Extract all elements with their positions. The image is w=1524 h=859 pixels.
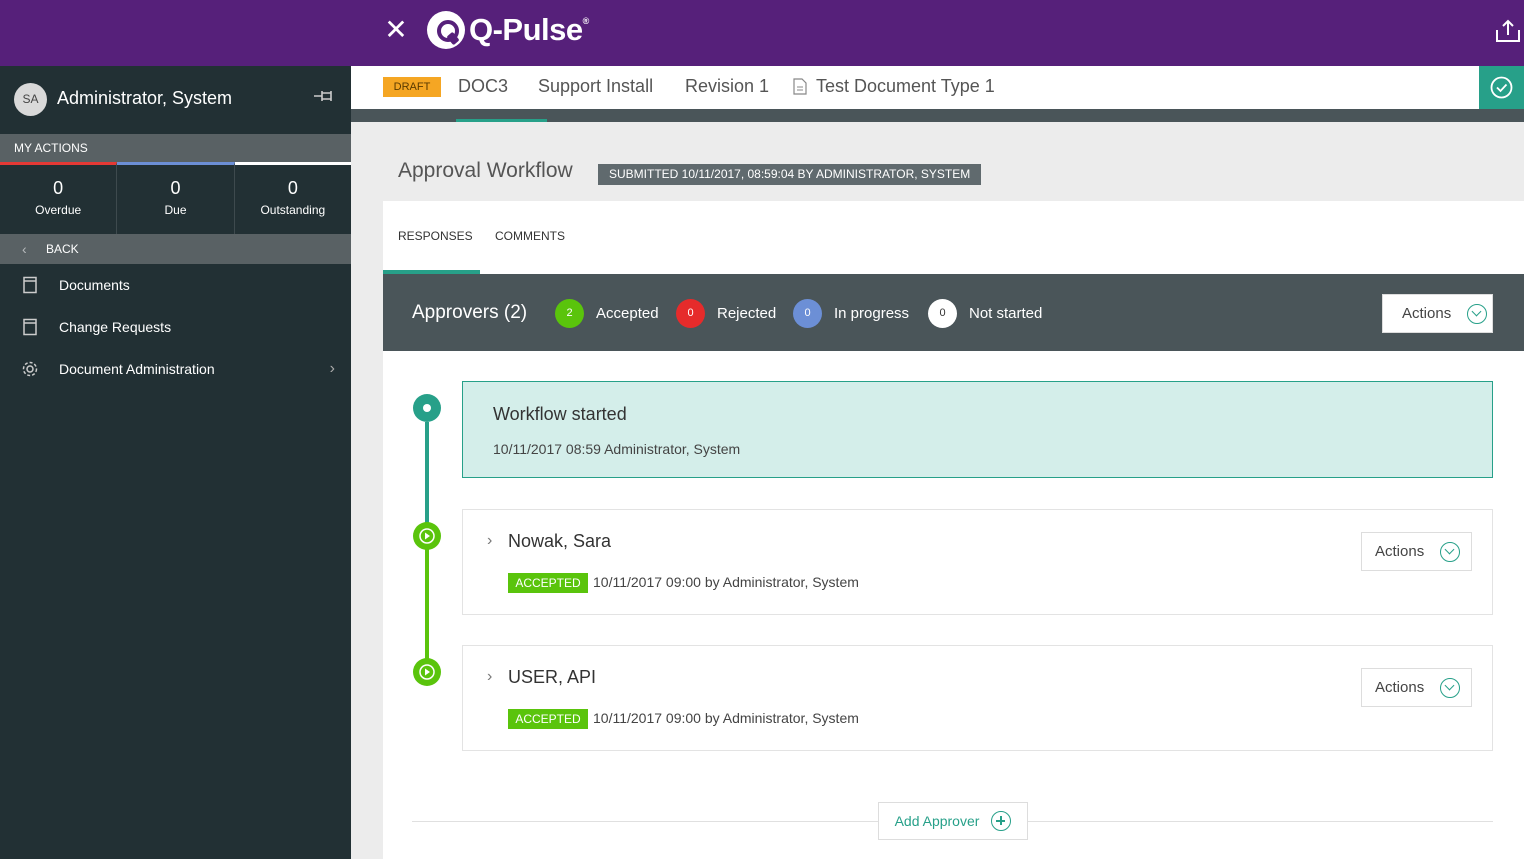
status-badge: DRAFT	[383, 77, 441, 97]
accepted-badge: ACCEPTED	[508, 709, 588, 729]
back-button[interactable]: ‹ BACK	[0, 234, 351, 264]
page-title: Approval Workflow	[398, 159, 573, 182]
action-counts: 0 Overdue 0 Due 0 Outstanding	[0, 162, 351, 234]
add-approver-button[interactable]: Add Approver	[878, 802, 1028, 840]
sidebar-item-label: Document Administration	[59, 361, 215, 377]
accepted-label: Accepted	[596, 305, 659, 322]
sidebar-item-document-administration[interactable]: Document Administration ›	[0, 348, 351, 390]
active-doc-tab-indicator	[456, 119, 547, 122]
document-header: DRAFT DOC3 Support Install Revision 1 Te…	[351, 66, 1524, 109]
complete-button[interactable]	[1479, 66, 1524, 109]
rejected-label: Rejected	[717, 305, 777, 322]
not-started-label: Not started	[969, 305, 1043, 322]
accepted-count: 2	[555, 299, 584, 328]
sidebar-item-label: Change Requests	[59, 319, 172, 335]
file-icon	[793, 78, 807, 95]
outstanding-label: Outstanding	[260, 203, 326, 217]
outstanding-count[interactable]: 0 Outstanding	[234, 162, 351, 234]
timeline-line	[425, 548, 429, 673]
approver-actions-button[interactable]: Actions	[1361, 668, 1472, 707]
app-logo: Q-Pulse®	[427, 10, 589, 50]
not-started-stat: 0 Not started	[928, 299, 1042, 328]
submitted-badge: SUBMITTED 10/11/2017, 08:59:04 BY ADMINI…	[598, 164, 982, 185]
doc-type: Test Document Type 1	[816, 76, 995, 96]
due-value: 0	[170, 178, 181, 198]
approver-name: USER, API	[508, 667, 597, 687]
avatar[interactable]: SA	[14, 83, 47, 116]
gear-icon	[22, 361, 38, 377]
user-name: Administrator, System	[57, 88, 233, 108]
tab-comments[interactable]: COMMENTS	[495, 229, 565, 243]
rejected-stat: 0 Rejected	[676, 299, 776, 328]
timeline-start-node	[413, 394, 441, 422]
chevron-down-icon	[1440, 677, 1461, 698]
my-actions-header: MY ACTIONS	[0, 134, 351, 162]
doc-revision: Revision 1	[685, 76, 770, 96]
in-progress-stat: 0 In progress	[793, 299, 909, 328]
document-icon	[23, 276, 37, 294]
tab-bar: RESPONSES COMMENTS	[383, 201, 1524, 274]
accepted-stat: 2 Accepted	[555, 299, 659, 328]
actions-label: Actions	[1375, 543, 1425, 560]
tab-responses[interactable]: RESPONSES	[398, 229, 473, 243]
plus-circle-icon	[991, 811, 1012, 831]
user-panel: SA Administrator, System	[0, 66, 351, 134]
workflow-card: RESPONSES COMMENTS Approvers (2) 2 Accep…	[383, 201, 1524, 859]
pin-icon[interactable]	[312, 88, 334, 104]
due-label: Due	[164, 203, 187, 217]
share-icon[interactable]	[1494, 18, 1522, 44]
sidebar: SA Administrator, System MY ACTIONS 0 Ov…	[0, 66, 351, 859]
timeline-line	[425, 422, 429, 537]
workflow-started-event: Workflow started 10/11/2017 08:59 Admini…	[462, 381, 1493, 478]
approvers-title: Approvers (2)	[412, 302, 528, 323]
actions-label: Actions	[1402, 305, 1452, 322]
approvers-summary: Approvers (2) 2 Accepted 0 Rejected 0 In…	[383, 274, 1524, 351]
approver-meta: 10/11/2017 09:00 by Administrator, Syste…	[593, 710, 859, 726]
in-progress-label: In progress	[834, 305, 910, 322]
document-icon	[23, 318, 37, 336]
chevron-down-icon	[1467, 303, 1488, 324]
add-approver-label: Add Approver	[894, 813, 980, 829]
chevron-right-icon[interactable]: ›	[487, 668, 492, 686]
chevron-left-icon: ‹	[22, 241, 27, 257]
event-title: Workflow started	[493, 404, 627, 424]
top-bar: ✕ Q-Pulse®	[0, 0, 1524, 66]
approver-actions-button[interactable]: Actions	[1361, 532, 1472, 571]
play-circle-icon	[413, 658, 441, 686]
back-label: BACK	[46, 242, 79, 256]
event-meta: 10/11/2017 08:59 Administrator, System	[493, 441, 741, 457]
outstanding-value: 0	[287, 178, 298, 198]
approver-item: › USER, API ACCEPTED 10/11/2017 09:00 by…	[462, 645, 1493, 751]
doc-id[interactable]: DOC3	[458, 76, 508, 97]
approver-meta: 10/11/2017 09:00 by Administrator, Syste…	[593, 574, 859, 590]
play-circle-icon	[413, 522, 441, 550]
chevron-right-icon[interactable]: ›	[487, 532, 492, 550]
sidebar-item-change-requests[interactable]: Change Requests	[0, 306, 351, 348]
overdue-value: 0	[53, 178, 64, 198]
approver-item: › Nowak, Sara ACCEPTED 10/11/2017 09:00 …	[462, 509, 1493, 615]
logo-mark-icon	[427, 11, 465, 49]
sidebar-item-label: Documents	[59, 277, 130, 293]
not-started-count: 0	[928, 299, 957, 328]
actions-label: Actions	[1375, 679, 1425, 696]
approvers-actions-button[interactable]: Actions	[1382, 294, 1493, 333]
overdue-count[interactable]: 0 Overdue	[0, 162, 118, 234]
accepted-badge: ACCEPTED	[508, 573, 588, 593]
app-name: Q-Pulse®	[469, 12, 589, 47]
check-circle-icon	[1490, 76, 1513, 99]
approver-name: Nowak, Sara	[508, 531, 612, 551]
overdue-label: Overdue	[35, 203, 82, 217]
in-progress-count: 0	[793, 299, 822, 328]
rejected-count: 0	[676, 299, 705, 328]
chevron-right-icon: ›	[329, 360, 335, 377]
sidebar-item-documents[interactable]: Documents	[0, 264, 351, 306]
doc-title: Support Install	[538, 76, 654, 96]
chevron-down-icon	[1440, 541, 1461, 562]
due-count[interactable]: 0 Due	[117, 162, 235, 234]
close-icon[interactable]: ✕	[383, 15, 409, 45]
